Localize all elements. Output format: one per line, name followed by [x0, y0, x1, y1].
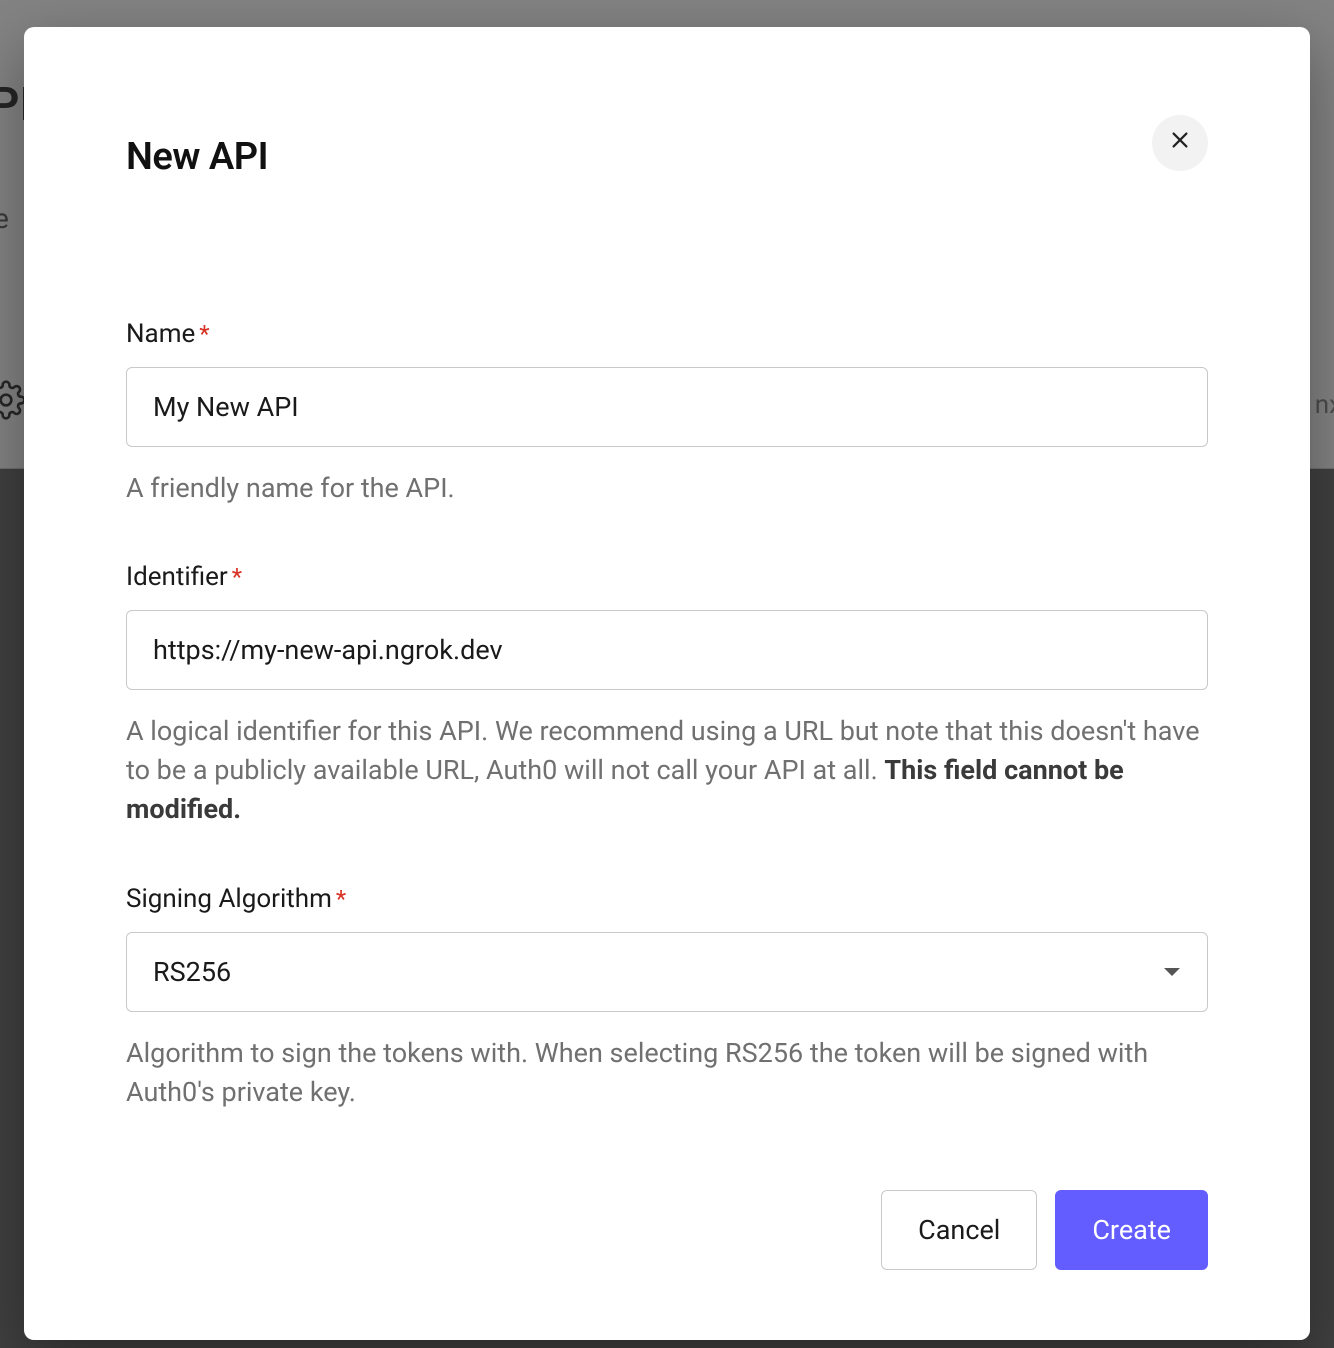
algorithm-label: Signing Algorithm — [126, 884, 332, 914]
algorithm-field: Signing Algorithm* RS256 Algorithm to si… — [126, 884, 1208, 1112]
cancel-button[interactable]: Cancel — [881, 1190, 1037, 1270]
close-button[interactable] — [1152, 115, 1208, 171]
new-api-modal: New API Name* A friendly name for the AP… — [24, 27, 1310, 1340]
name-label-row: Name* — [126, 319, 1208, 349]
algorithm-help: Algorithm to sign the tokens with. When … — [126, 1034, 1208, 1112]
required-indicator: * — [336, 885, 346, 913]
create-button[interactable]: Create — [1055, 1190, 1208, 1270]
algorithm-label-row: Signing Algorithm* — [126, 884, 1208, 914]
modal-footer: Cancel Create — [126, 1190, 1208, 1270]
identifier-label: Identifier — [126, 562, 228, 592]
name-label: Name — [126, 319, 195, 349]
name-input[interactable] — [126, 367, 1208, 447]
required-indicator: * — [232, 563, 242, 591]
algorithm-selected-value: RS256 — [153, 956, 231, 988]
name-field: Name* A friendly name for the API. — [126, 319, 1208, 508]
name-help: A friendly name for the API. — [126, 469, 1208, 508]
required-indicator: * — [199, 320, 209, 348]
identifier-label-row: Identifier* — [126, 562, 1208, 592]
modal-title: New API — [126, 135, 268, 179]
close-icon — [1169, 129, 1191, 158]
identifier-help: A logical identifier for this API. We re… — [126, 712, 1208, 829]
algorithm-select[interactable]: RS256 — [126, 932, 1208, 1012]
identifier-field: Identifier* A logical identifier for thi… — [126, 562, 1208, 829]
identifier-input[interactable] — [126, 610, 1208, 690]
